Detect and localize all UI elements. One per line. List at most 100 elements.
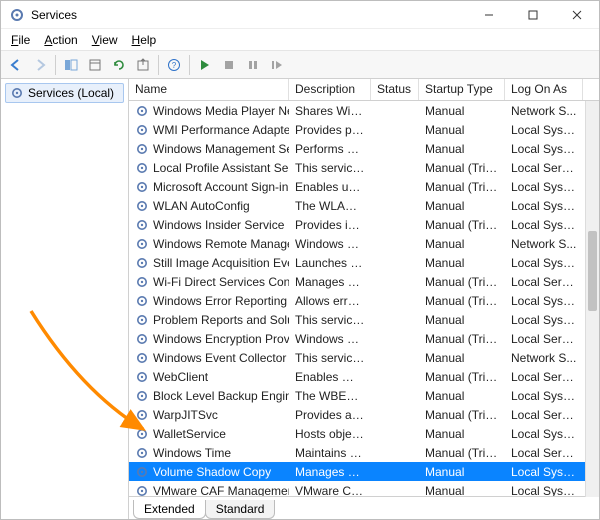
- service-logon-as: Local Syste...: [505, 180, 583, 194]
- service-description: The WLANS...: [289, 199, 371, 213]
- service-name: WebClient: [153, 370, 208, 384]
- service-gear-icon: [135, 313, 149, 327]
- toolbar-separator: [158, 55, 159, 75]
- service-name: Problem Reports and Soluti...: [153, 313, 289, 327]
- service-gear-icon: [135, 351, 149, 365]
- toolbar-refresh-button[interactable]: [108, 54, 130, 76]
- service-startup-type: Manual: [419, 313, 505, 327]
- service-name: WMI Performance Adapter: [153, 123, 289, 137]
- service-description: Provides pe...: [289, 123, 371, 137]
- service-logon-as: Network S...: [505, 104, 583, 118]
- service-row[interactable]: Block Level Backup Engine ...The WBENG..…: [129, 386, 599, 405]
- service-logon-as: Local Service: [505, 332, 583, 346]
- service-gear-icon: [135, 161, 149, 175]
- column-header-status[interactable]: Status: [371, 79, 419, 100]
- service-description: Launches a...: [289, 256, 371, 270]
- service-row[interactable]: Windows Media Player Net...Shares Win...…: [129, 101, 599, 120]
- column-header-name[interactable]: Name: [129, 79, 289, 100]
- service-name: WLAN AutoConfig: [153, 199, 250, 213]
- service-row[interactable]: WalletServiceHosts objec...ManualLocal S…: [129, 424, 599, 443]
- service-logon-as: Local Syste...: [505, 465, 583, 479]
- vertical-scrollbar[interactable]: [585, 101, 599, 497]
- service-row[interactable]: Problem Reports and Soluti...This servic…: [129, 310, 599, 329]
- service-row[interactable]: Wi-Fi Direct Services Conne...Manages co…: [129, 272, 599, 291]
- menu-view[interactable]: View: [86, 31, 124, 49]
- toolbar-forward-button[interactable]: [29, 54, 51, 76]
- service-logon-as: Local Syste...: [505, 294, 583, 308]
- toolbar-show-hide-tree-button[interactable]: [60, 54, 82, 76]
- service-startup-type: Manual: [419, 256, 505, 270]
- service-startup-type: Manual: [419, 123, 505, 137]
- grid-rows[interactable]: Windows Media Player Net...Shares Win...…: [129, 101, 599, 496]
- service-gear-icon: [135, 484, 149, 497]
- service-gear-icon: [135, 427, 149, 441]
- service-name: Windows Management Ser...: [153, 142, 289, 156]
- service-description: Manages an...: [289, 465, 371, 479]
- service-row[interactable]: Windows Event CollectorThis service ...M…: [129, 348, 599, 367]
- menu-file[interactable]: File: [5, 31, 36, 49]
- service-row[interactable]: Microsoft Account Sign-in ...Enables use…: [129, 177, 599, 196]
- service-row[interactable]: Windows Management Ser...Performs m...Ma…: [129, 139, 599, 158]
- service-gear-icon: [135, 446, 149, 460]
- service-description: Enables use...: [289, 180, 371, 194]
- toolbar-help-button[interactable]: ?: [163, 54, 185, 76]
- app-gear-icon: [9, 7, 25, 23]
- toolbar-back-button[interactable]: [5, 54, 27, 76]
- menu-action[interactable]: Action: [38, 31, 83, 49]
- service-row[interactable]: WLAN AutoConfigThe WLANS...ManualLocal S…: [129, 196, 599, 215]
- service-startup-type: Manual (Trig...: [419, 180, 505, 194]
- scrollbar-thumb[interactable]: [588, 231, 597, 311]
- maximize-button[interactable]: [511, 1, 555, 29]
- toolbar-start-service-button[interactable]: [194, 54, 216, 76]
- service-row[interactable]: Volume Shadow CopyManages an...ManualLoc…: [129, 462, 599, 481]
- service-startup-type: Manual (Trig...: [419, 294, 505, 308]
- toolbar-restart-service-button[interactable]: [266, 54, 288, 76]
- service-row[interactable]: Windows Remote Manage...Windows R...Manu…: [129, 234, 599, 253]
- service-gear-icon: [135, 104, 149, 118]
- service-logon-as: Local Syste...: [505, 218, 583, 232]
- toolbar-separator: [55, 55, 56, 75]
- toolbar-separator: [189, 55, 190, 75]
- service-row[interactable]: WMI Performance AdapterProvides pe... Man…: [129, 120, 599, 139]
- toolbar-pause-service-button[interactable]: [242, 54, 264, 76]
- service-description: Enables Win...: [289, 370, 371, 384]
- menu-help[interactable]: Help: [126, 31, 163, 49]
- service-description: Windows En...: [289, 332, 371, 346]
- service-startup-type: Manual (Trig...: [419, 370, 505, 384]
- column-header-startup-type[interactable]: Startup Type: [419, 79, 505, 100]
- service-row[interactable]: Local Profile Assistant ServiceThis serv…: [129, 158, 599, 177]
- toolbar-properties-button[interactable]: [84, 54, 106, 76]
- service-startup-type: Manual: [419, 389, 505, 403]
- service-name: Windows Insider Service: [153, 218, 284, 232]
- service-name: Volume Shadow Copy: [153, 465, 271, 479]
- minimize-button[interactable]: [467, 1, 511, 29]
- service-description: Provides inf...: [289, 218, 371, 232]
- service-row[interactable]: VMware CAF Management ...VMware Co...Man…: [129, 481, 599, 496]
- service-logon-as: Local Syste...: [505, 484, 583, 497]
- tab-standard[interactable]: Standard: [205, 500, 276, 519]
- service-startup-type: Manual: [419, 199, 505, 213]
- service-row[interactable]: Windows Error Reporting Se...Allows erro…: [129, 291, 599, 310]
- service-logon-as: Local Service: [505, 408, 583, 422]
- column-header-description[interactable]: Description: [289, 79, 371, 100]
- close-button[interactable]: [555, 1, 599, 29]
- service-row[interactable]: Windows Insider ServiceProvides inf...Ma…: [129, 215, 599, 234]
- service-name: Block Level Backup Engine ...: [153, 389, 289, 403]
- service-row[interactable]: WarpJITSvcProvides a JI...Manual (Trig..…: [129, 405, 599, 424]
- service-row[interactable]: Windows TimeMaintains d...Manual (Trig..…: [129, 443, 599, 462]
- service-gear-icon: [135, 389, 149, 403]
- service-row[interactable]: WebClientEnables Win...Manual (Trig...Lo…: [129, 367, 599, 386]
- service-startup-type: Manual (Trig...: [419, 408, 505, 422]
- toolbar-export-button[interactable]: [132, 54, 154, 76]
- service-description: The WBENG...: [289, 389, 371, 403]
- service-row[interactable]: Windows Encryption Provid...Windows En..…: [129, 329, 599, 348]
- tab-extended[interactable]: Extended: [133, 500, 206, 519]
- service-logon-as: Local Syste...: [505, 142, 583, 156]
- nav-node-services-local[interactable]: Services (Local): [5, 83, 124, 103]
- nav-tree: Services (Local): [1, 79, 129, 519]
- service-row[interactable]: Still Image Acquisition EventsLaunches a…: [129, 253, 599, 272]
- service-startup-type: Manual: [419, 142, 505, 156]
- window-title: Services: [31, 8, 467, 22]
- toolbar-stop-service-button[interactable]: [218, 54, 240, 76]
- column-header-log-on-as[interactable]: Log On As: [505, 79, 583, 100]
